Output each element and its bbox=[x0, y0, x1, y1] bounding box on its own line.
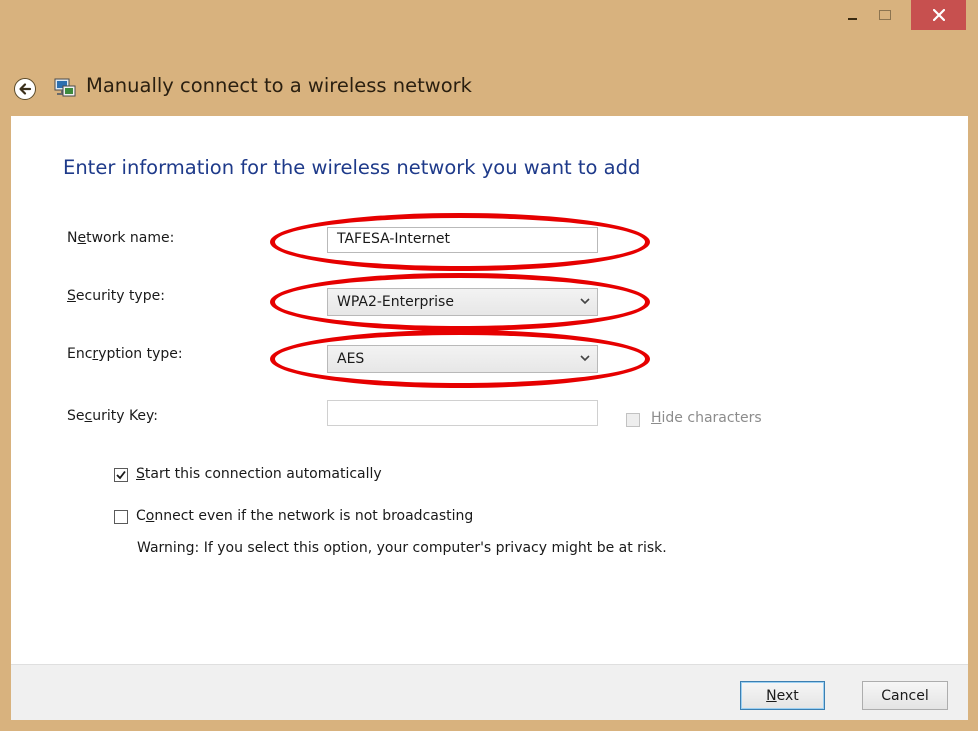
label-text: nnect even if the network is not broadca… bbox=[154, 508, 474, 524]
access-key: S bbox=[136, 466, 145, 482]
security-type-label: Security type: bbox=[67, 288, 165, 304]
content-area: Enter information for the wireless netwo… bbox=[11, 116, 968, 664]
access-key: S bbox=[67, 288, 76, 304]
access-key: N bbox=[766, 687, 777, 704]
label-text: tart this connection automatically bbox=[144, 466, 382, 482]
privacy-warning: Warning: If you select this option, your… bbox=[137, 540, 667, 556]
access-key: H bbox=[651, 410, 662, 426]
security-key-input[interactable] bbox=[327, 400, 598, 426]
page-heading: Enter information for the wireless netwo… bbox=[63, 156, 641, 179]
security-key-label: Security Key: bbox=[67, 408, 158, 424]
back-button[interactable] bbox=[14, 78, 36, 100]
encryption-type-label: Encryption type: bbox=[67, 346, 183, 362]
label-text: N bbox=[67, 230, 78, 246]
window-title: Manually connect to a wireless network bbox=[86, 74, 472, 97]
network-icon bbox=[54, 78, 76, 97]
connect-hidden-checkbox[interactable] bbox=[114, 510, 128, 524]
label-text: twork name: bbox=[86, 230, 175, 246]
label-text: Se bbox=[67, 408, 85, 424]
label-text: yption type: bbox=[98, 346, 183, 362]
network-name-label: Network name: bbox=[67, 230, 174, 246]
minimize-button[interactable] bbox=[838, 0, 866, 30]
hide-characters-checkbox[interactable] bbox=[626, 413, 640, 427]
footer-bar: Next Cancel bbox=[11, 664, 968, 720]
connect-hidden-label: Connect even if the network is not broad… bbox=[136, 508, 473, 524]
next-button[interactable]: Next bbox=[740, 681, 825, 710]
hide-characters-label: Hide characters bbox=[651, 410, 762, 426]
title-bar bbox=[0, 0, 978, 50]
annotation-ellipse-network-name bbox=[270, 213, 650, 271]
label-text: Enc bbox=[67, 346, 93, 362]
minimize-icon bbox=[847, 18, 857, 20]
label-text: urity Key: bbox=[92, 408, 159, 424]
back-arrow-icon bbox=[19, 83, 32, 95]
label-text: ecurity type: bbox=[75, 288, 165, 304]
close-icon bbox=[932, 9, 945, 21]
close-button[interactable] bbox=[911, 0, 966, 30]
label-text: C bbox=[136, 508, 146, 524]
access-key: e bbox=[77, 230, 87, 246]
label-text: ext bbox=[776, 687, 799, 704]
auto-start-checkbox[interactable] bbox=[114, 468, 128, 482]
annotation-ellipse-security-type bbox=[270, 273, 650, 331]
dialog-window: Manually connect to a wireless network E… bbox=[0, 0, 978, 731]
checkmark-icon bbox=[116, 470, 126, 480]
annotation-ellipse-encryption-type bbox=[270, 330, 650, 388]
auto-start-label: Start this connection automatically bbox=[136, 466, 382, 482]
navigation-row: Manually connect to a wireless network bbox=[0, 60, 978, 116]
cancel-button[interactable]: Cancel bbox=[862, 681, 948, 710]
label-text: ide characters bbox=[661, 410, 762, 426]
maximize-icon bbox=[879, 10, 891, 20]
maximize-button[interactable] bbox=[871, 0, 899, 30]
